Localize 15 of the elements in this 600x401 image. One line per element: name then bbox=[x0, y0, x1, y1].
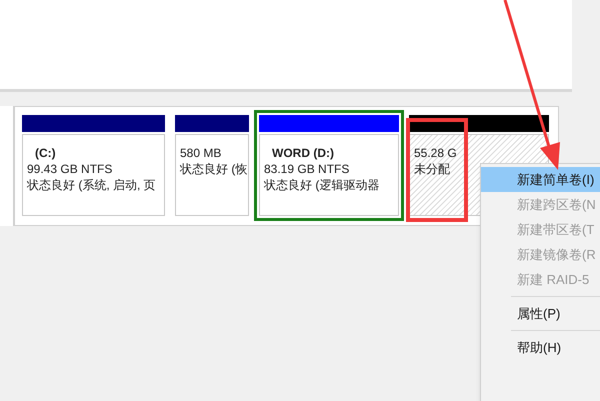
partition-status: 未分配 bbox=[414, 161, 451, 177]
partition-size: 99.43 GB NTFS bbox=[27, 161, 114, 177]
menu-item[interactable]: 帮助(H) bbox=[481, 335, 600, 360]
menu-item[interactable]: 属性(P) bbox=[481, 301, 600, 326]
menu-item[interactable]: 新建简单卷(I) bbox=[481, 167, 600, 192]
partition-status: 状态良好 (系统, 启动, 页 bbox=[27, 177, 157, 193]
partition-name: (C:) bbox=[34, 145, 57, 161]
partition-panel[interactable]: (C:) 99.43 GB NTFS 状态良好 (系统, 启动, 页 bbox=[17, 110, 170, 221]
partition-size: 580 MB bbox=[180, 145, 222, 161]
partition-size: 55.28 G bbox=[414, 145, 458, 161]
partition-status: 状态良好 (逻辑驱动器 bbox=[264, 177, 380, 193]
partition-panel[interactable]: 580 MB 状态良好 (恢 bbox=[170, 110, 254, 221]
partition-panel[interactable]: WORD (D:) 83.19 GB NTFS 状态良好 (逻辑驱动器 bbox=[254, 110, 404, 221]
partition-name: WORD (D:) bbox=[271, 145, 335, 161]
partition-size: 83.19 GB NTFS bbox=[264, 161, 350, 177]
